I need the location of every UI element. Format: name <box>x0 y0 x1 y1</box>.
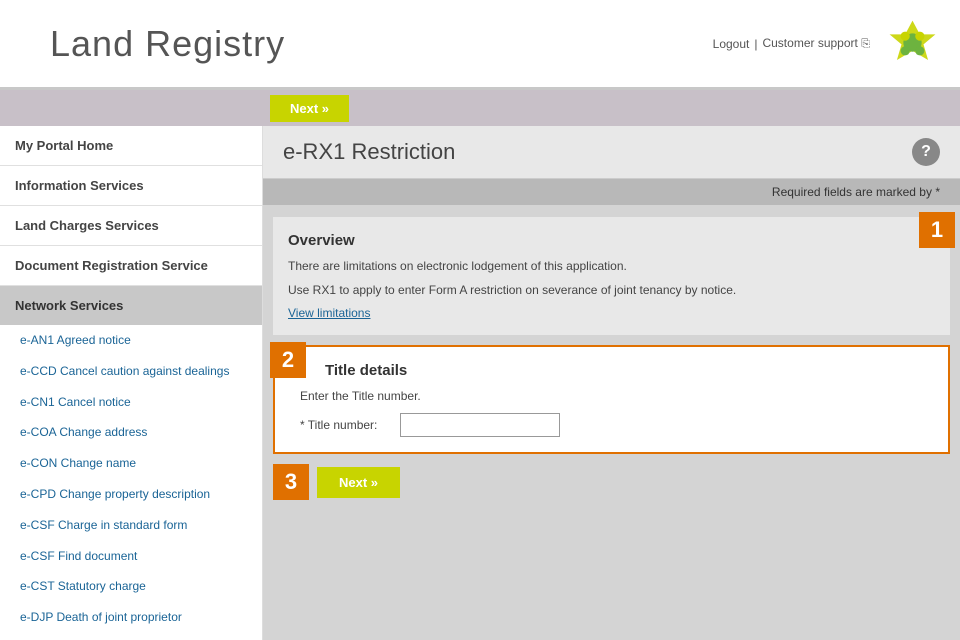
sidebar-section-land-charges: Land Charges Services <box>0 206 262 246</box>
bottom-bar: 3 Next » <box>273 464 950 500</box>
progress-bar: Next » <box>0 90 960 126</box>
step-3-badge: 3 <box>273 464 309 500</box>
sidebar-item-e-CSF-charge[interactable]: e-CSF Charge in standard form <box>0 510 262 541</box>
step-2-badge: 2 <box>270 342 306 378</box>
sidebar-item-e-CN1[interactable]: e-CN1 Cancel notice <box>0 387 262 418</box>
step-1-badge: 1 <box>919 212 955 248</box>
sidebar-item-portal-home[interactable]: My Portal Home <box>0 126 262 165</box>
sidebar-item-e-CPD[interactable]: e-CPD Change property description <box>0 479 262 510</box>
sidebar-item-e-CSF-find[interactable]: e-CSF Find document <box>0 541 262 572</box>
customer-support-link[interactable]: Customer support ⎘ <box>762 36 870 51</box>
view-limitations-button[interactable]: View limitations <box>288 306 370 320</box>
title-number-row: * Title number: <box>300 413 933 437</box>
progress-bar-inner: Next » <box>270 90 960 126</box>
nav-separator: | <box>754 37 757 51</box>
sidebar-section-network: Network Services e-AN1 Agreed notice e-C… <box>0 286 262 640</box>
overview-text2: Use RX1 to apply to enter Form A restric… <box>288 281 935 299</box>
progress-next-button[interactable]: Next » <box>270 95 349 122</box>
sidebar-item-e-COA[interactable]: e-COA Change address <box>0 417 262 448</box>
title-details-panel: 2 Title details Enter the Title number. … <box>273 345 950 454</box>
main-container: Land Registry Logout | Customer support … <box>0 0 960 640</box>
sidebar-item-land-charges[interactable]: Land Charges Services <box>0 206 262 245</box>
logo-emblem <box>885 16 940 71</box>
sidebar-item-information-services[interactable]: Information Services <box>0 166 262 205</box>
sidebar-section-information: Information Services <box>0 166 262 206</box>
sidebar-item-network-services[interactable]: Network Services <box>0 286 262 325</box>
logout-link[interactable]: Logout <box>713 37 750 51</box>
help-icon[interactable]: ? <box>912 138 940 166</box>
sidebar-section-portal: My Portal Home <box>0 126 262 166</box>
sidebar-item-e-CON[interactable]: e-CON Change name <box>0 448 262 479</box>
main-content: e-RX1 Restriction ? Required fields are … <box>263 126 960 640</box>
next-button-bottom[interactable]: Next » <box>317 467 400 498</box>
title-details-instruction: Enter the Title number. <box>300 387 933 405</box>
title-details-heading: Title details <box>325 362 933 379</box>
title-number-label: * Title number: <box>300 418 390 432</box>
sidebar: My Portal Home Information Services Land… <box>0 126 263 640</box>
external-link-icon: ⎘ <box>861 38 870 50</box>
required-note: Required fields are marked by * <box>263 179 960 205</box>
header-right: Logout | Customer support ⎘ <box>713 16 940 71</box>
logo-text: Land Registry <box>50 23 285 65</box>
sidebar-item-e-CCD[interactable]: e-CCD Cancel caution against dealings <box>0 356 262 387</box>
sidebar-section-doc-reg: Document Registration Service <box>0 246 262 286</box>
title-number-input[interactable] <box>400 413 560 437</box>
sidebar-item-document-registration[interactable]: Document Registration Service <box>0 246 262 285</box>
page-title: e-RX1 Restriction <box>283 139 455 165</box>
page-title-bar: e-RX1 Restriction ? <box>263 126 960 179</box>
header: Land Registry Logout | Customer support … <box>0 0 960 90</box>
overview-panel: 1 Overview There are limitations on elec… <box>273 217 950 335</box>
overview-title: Overview <box>288 232 935 249</box>
sidebar-item-e-CST[interactable]: e-CST Statutory charge <box>0 571 262 602</box>
overview-text1: There are limitations on electronic lodg… <box>288 257 935 275</box>
sidebar-item-e-DJP[interactable]: e-DJP Death of joint proprietor <box>0 602 262 633</box>
content-area: My Portal Home Information Services Land… <box>0 126 960 640</box>
header-nav: Logout | Customer support ⎘ <box>713 36 870 51</box>
sidebar-item-e-HR1[interactable]: e-HR1 Notice of home rights <box>0 633 262 640</box>
sidebar-item-e-AN1[interactable]: e-AN1 Agreed notice <box>0 325 262 356</box>
